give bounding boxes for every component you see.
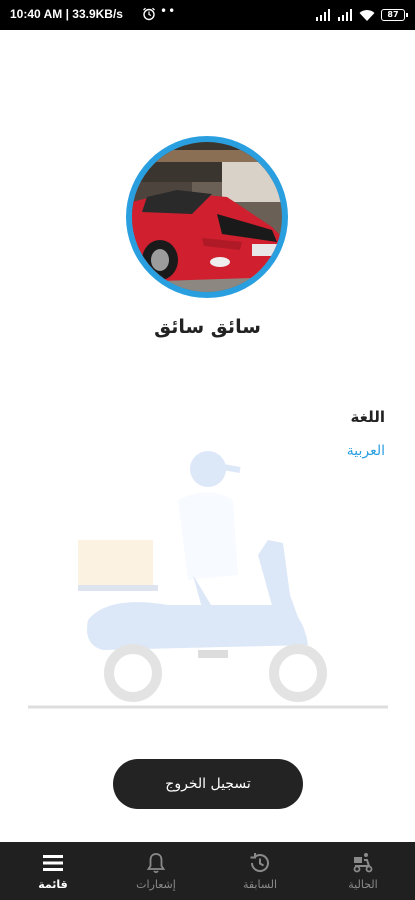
wifi-icon <box>359 9 375 21</box>
bell-icon <box>146 853 166 874</box>
tab-menu-label: قائمة <box>38 878 68 891</box>
logout-button[interactable]: تسجيل الخروج <box>113 759 303 809</box>
signal-icon-2 <box>338 9 352 21</box>
language-title: اللغة <box>350 408 385 426</box>
battery-icon: 87 <box>381 9 408 21</box>
status-dots: •• <box>160 4 177 18</box>
profile-avatar[interactable] <box>126 136 288 298</box>
signal-icon <box>316 9 330 21</box>
tab-notifications-label: إشعارات <box>136 878 176 891</box>
profile-name: سائق سائق <box>154 316 261 338</box>
delivery-scooter-icon <box>353 853 373 873</box>
tab-previous-label: السابقة <box>242 878 278 891</box>
delivery-scooter-illustration <box>28 451 388 709</box>
car-photo <box>132 142 282 292</box>
tab-menu[interactable]: قائمة <box>13 842 93 900</box>
alarm-icon <box>143 7 155 21</box>
status-icons: 87 <box>315 8 408 22</box>
bottom-navigation: قائمة إشعارات السابقة الحالية <box>0 842 415 900</box>
tab-current-label: الحالية <box>348 878 378 891</box>
history-icon <box>250 853 269 872</box>
tab-current[interactable]: الحالية <box>323 842 403 900</box>
hamburger-menu-icon <box>43 855 63 871</box>
status-time: 10:40 AM | 33.9KB/s <box>10 7 123 21</box>
language-selector[interactable]: العربية <box>347 443 385 459</box>
tab-notifications[interactable]: إشعارات <box>116 842 196 900</box>
status-bar: 10:40 AM | 33.9KB/s •• 87 <box>0 0 415 30</box>
tab-previous[interactable]: السابقة <box>220 842 300 900</box>
